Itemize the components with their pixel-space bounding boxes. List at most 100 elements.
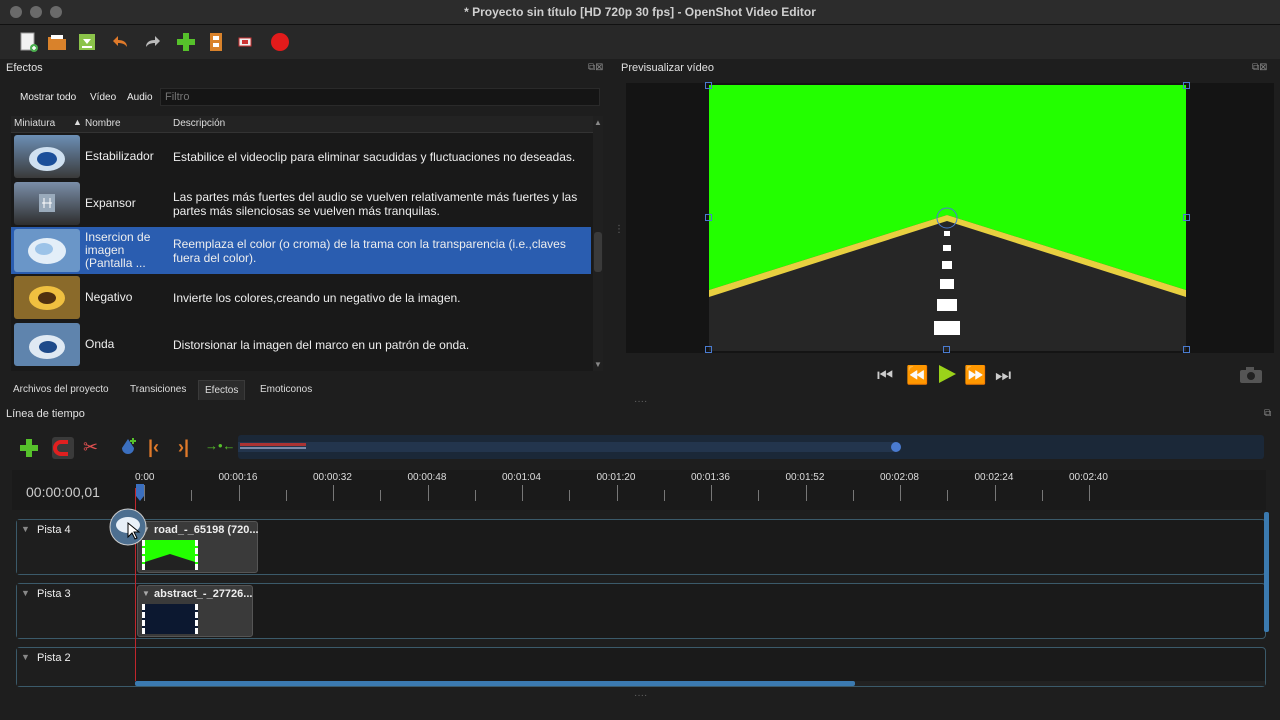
drag-effect-cursor-icon: [108, 507, 148, 552]
column-name[interactable]: Nombre: [85, 118, 121, 129]
fullscreen-icon[interactable]: [232, 29, 258, 55]
ruler-major-tick: [427, 485, 429, 501]
center-timeline-icon[interactable]: →•←: [205, 438, 236, 453]
timeline-panel-float-icon[interactable]: ⧉: [1264, 408, 1271, 419]
ruler-major-tick: [522, 485, 523, 501]
filter-audio-button[interactable]: Audio: [123, 89, 157, 106]
transform-handle[interactable]: [705, 346, 712, 353]
filter-show-all-button[interactable]: Mostrar todo: [16, 89, 80, 106]
ruler-minor-tick: [285, 490, 287, 501]
zoom-handle[interactable]: [891, 442, 901, 452]
profile-icon[interactable]: [203, 29, 229, 55]
timeline-horizontal-scrollbar[interactable]: [135, 681, 1265, 686]
jump-start-icon[interactable]: ⏮: [877, 365, 893, 386]
track-pista-4[interactable]: ▼ Pista 4 ▼ road_-_65198 (720...: [16, 519, 1266, 575]
save-project-icon[interactable]: [74, 29, 100, 55]
horizontal-splitter-handle[interactable]: ····: [634, 396, 647, 407]
timeline-ruler[interactable]: 00:00:00,01 0:00 00:00:16 00:00:32 00:00:48…: [12, 470, 1266, 510]
clip-thumbnail: [142, 604, 198, 634]
preview-panel-float-close-icon[interactable]: ⧉⊠: [1252, 62, 1268, 73]
snapping-magnet-icon[interactable]: [52, 437, 74, 464]
main-toolbar: [0, 25, 1280, 59]
camera-snapshot-icon[interactable]: [1239, 366, 1263, 389]
effect-thumbnail-wave: [14, 323, 80, 366]
timeline-panel-title: Línea de tiempo: [6, 408, 85, 420]
track-header[interactable]: ▼ Pista 2: [17, 648, 135, 686]
collapse-track-icon[interactable]: ▼: [21, 652, 30, 662]
add-marker-icon[interactable]: [117, 436, 139, 463]
scroll-up-icon[interactable]: ▲: [594, 118, 602, 127]
razor-scissors-icon[interactable]: ✂: [83, 437, 98, 458]
ruler-tick-label: 00:02:24: [974, 472, 1014, 483]
tab-emojis[interactable]: Emoticonos: [254, 380, 318, 399]
transform-handle[interactable]: [943, 346, 950, 353]
import-files-icon[interactable]: [173, 29, 199, 55]
redo-icon[interactable]: [139, 29, 165, 55]
ruler-minor-tick: [474, 490, 476, 501]
effects-filter-input[interactable]: [160, 88, 600, 106]
transform-handle[interactable]: [1183, 82, 1190, 89]
rewind-icon[interactable]: ⏪: [906, 365, 928, 386]
export-video-icon[interactable]: [267, 29, 293, 55]
undo-icon[interactable]: [108, 29, 134, 55]
track-pista-3[interactable]: ▼ Pista 3 ▼ abstract_-_27726...: [16, 583, 1266, 639]
effect-description: Distorsionar la imagen del marco en un p…: [173, 337, 470, 352]
effect-row-stabilizer[interactable]: Estabilizador Estabilice el videoclip pa…: [11, 133, 591, 180]
transform-handle[interactable]: [1183, 214, 1190, 221]
ruler-major-tick: [805, 485, 807, 501]
video-frame[interactable]: [709, 85, 1186, 351]
tab-effects[interactable]: Efectos: [198, 380, 246, 400]
timeline-vertical-scrollbar[interactable]: [1264, 512, 1269, 632]
track-name: Pista 2: [37, 652, 71, 664]
track-header[interactable]: ▼ Pista 3: [17, 584, 135, 638]
ruler-major-tick: [900, 485, 901, 501]
vertical-splitter-handle[interactable]: ⋮: [614, 224, 624, 235]
scroll-down-icon[interactable]: ▼: [594, 360, 602, 369]
transform-handle[interactable]: [705, 82, 712, 89]
fast-forward-icon[interactable]: ⏩: [964, 365, 986, 386]
ruler-ticks: 0:00 00:00:16 00:00:32 00:00:48 00:01:04 00:0…: [12, 470, 1266, 510]
effect-description: Reemplaza el color (o croma) de la trama…: [173, 236, 566, 265]
tab-project-files[interactable]: Archivos del proyecto: [7, 380, 115, 399]
effect-row-expander[interactable]: Expansor Las partes más fuertes del audi…: [11, 180, 591, 227]
clip-abstract[interactable]: ▼ abstract_-_27726...: [137, 585, 253, 637]
scrollbar-thumb[interactable]: [594, 232, 602, 272]
title-bar: * Proyecto sin título [HD 720p 30 fps] -…: [0, 0, 1280, 25]
add-track-icon[interactable]: [18, 437, 40, 464]
bottom-splitter-handle[interactable]: ····: [634, 690, 647, 701]
sort-ascending-icon[interactable]: ▲: [73, 117, 82, 127]
collapse-track-icon[interactable]: ▼: [21, 588, 30, 598]
zoom-range: [238, 442, 896, 452]
clip-road[interactable]: ▼ road_-_65198 (720...: [137, 521, 259, 573]
transform-handle[interactable]: [705, 214, 712, 221]
jump-end-icon[interactable]: ⏭: [995, 365, 1011, 386]
scrollbar-thumb[interactable]: [135, 681, 855, 686]
effects-scrollbar[interactable]: ▲ ▼: [593, 116, 603, 371]
timeline-overview-zoom[interactable]: [238, 435, 1264, 459]
effects-panel-float-close-icon[interactable]: ⧉⊠: [588, 62, 604, 73]
open-project-icon[interactable]: [44, 29, 70, 55]
effect-name: Negativo: [85, 290, 133, 304]
play-icon[interactable]: [936, 363, 958, 390]
collapse-track-icon[interactable]: ▼: [21, 524, 30, 534]
transform-handle[interactable]: [1183, 346, 1190, 353]
effects-table-header: Miniatura ▲ Nombre Descripción: [11, 116, 603, 133]
effect-row-chroma-key[interactable]: Insercion de imagen (Pantalla ... Reempl…: [11, 227, 591, 274]
previous-marker-icon[interactable]: |‹: [148, 437, 159, 458]
ruler-tick-label: 00:01:20: [596, 472, 636, 483]
next-marker-icon[interactable]: ›|: [178, 437, 189, 458]
effect-row-wave[interactable]: Onda Distorsionar la imagen del marco en…: [11, 321, 591, 368]
ruler-minor-tick: [569, 490, 571, 501]
column-thumbnail[interactable]: Miniatura: [14, 118, 55, 129]
effect-row-negative[interactable]: Negativo Invierte los colores,creando un…: [11, 274, 591, 321]
tab-transitions[interactable]: Transiciones: [124, 380, 192, 399]
clip-menu-icon[interactable]: ▼: [142, 589, 150, 598]
clip-title: abstract_-_27726...: [154, 588, 253, 600]
new-project-icon[interactable]: [15, 29, 41, 55]
column-description[interactable]: Descripción: [173, 118, 225, 129]
filter-video-button[interactable]: Vídeo: [86, 89, 120, 106]
ruler-tick-label: 00:01:36: [691, 472, 730, 483]
ruler-minor-tick: [758, 490, 760, 501]
ruler-minor-tick: [1041, 490, 1043, 501]
playhead-handle[interactable]: [135, 484, 147, 507]
